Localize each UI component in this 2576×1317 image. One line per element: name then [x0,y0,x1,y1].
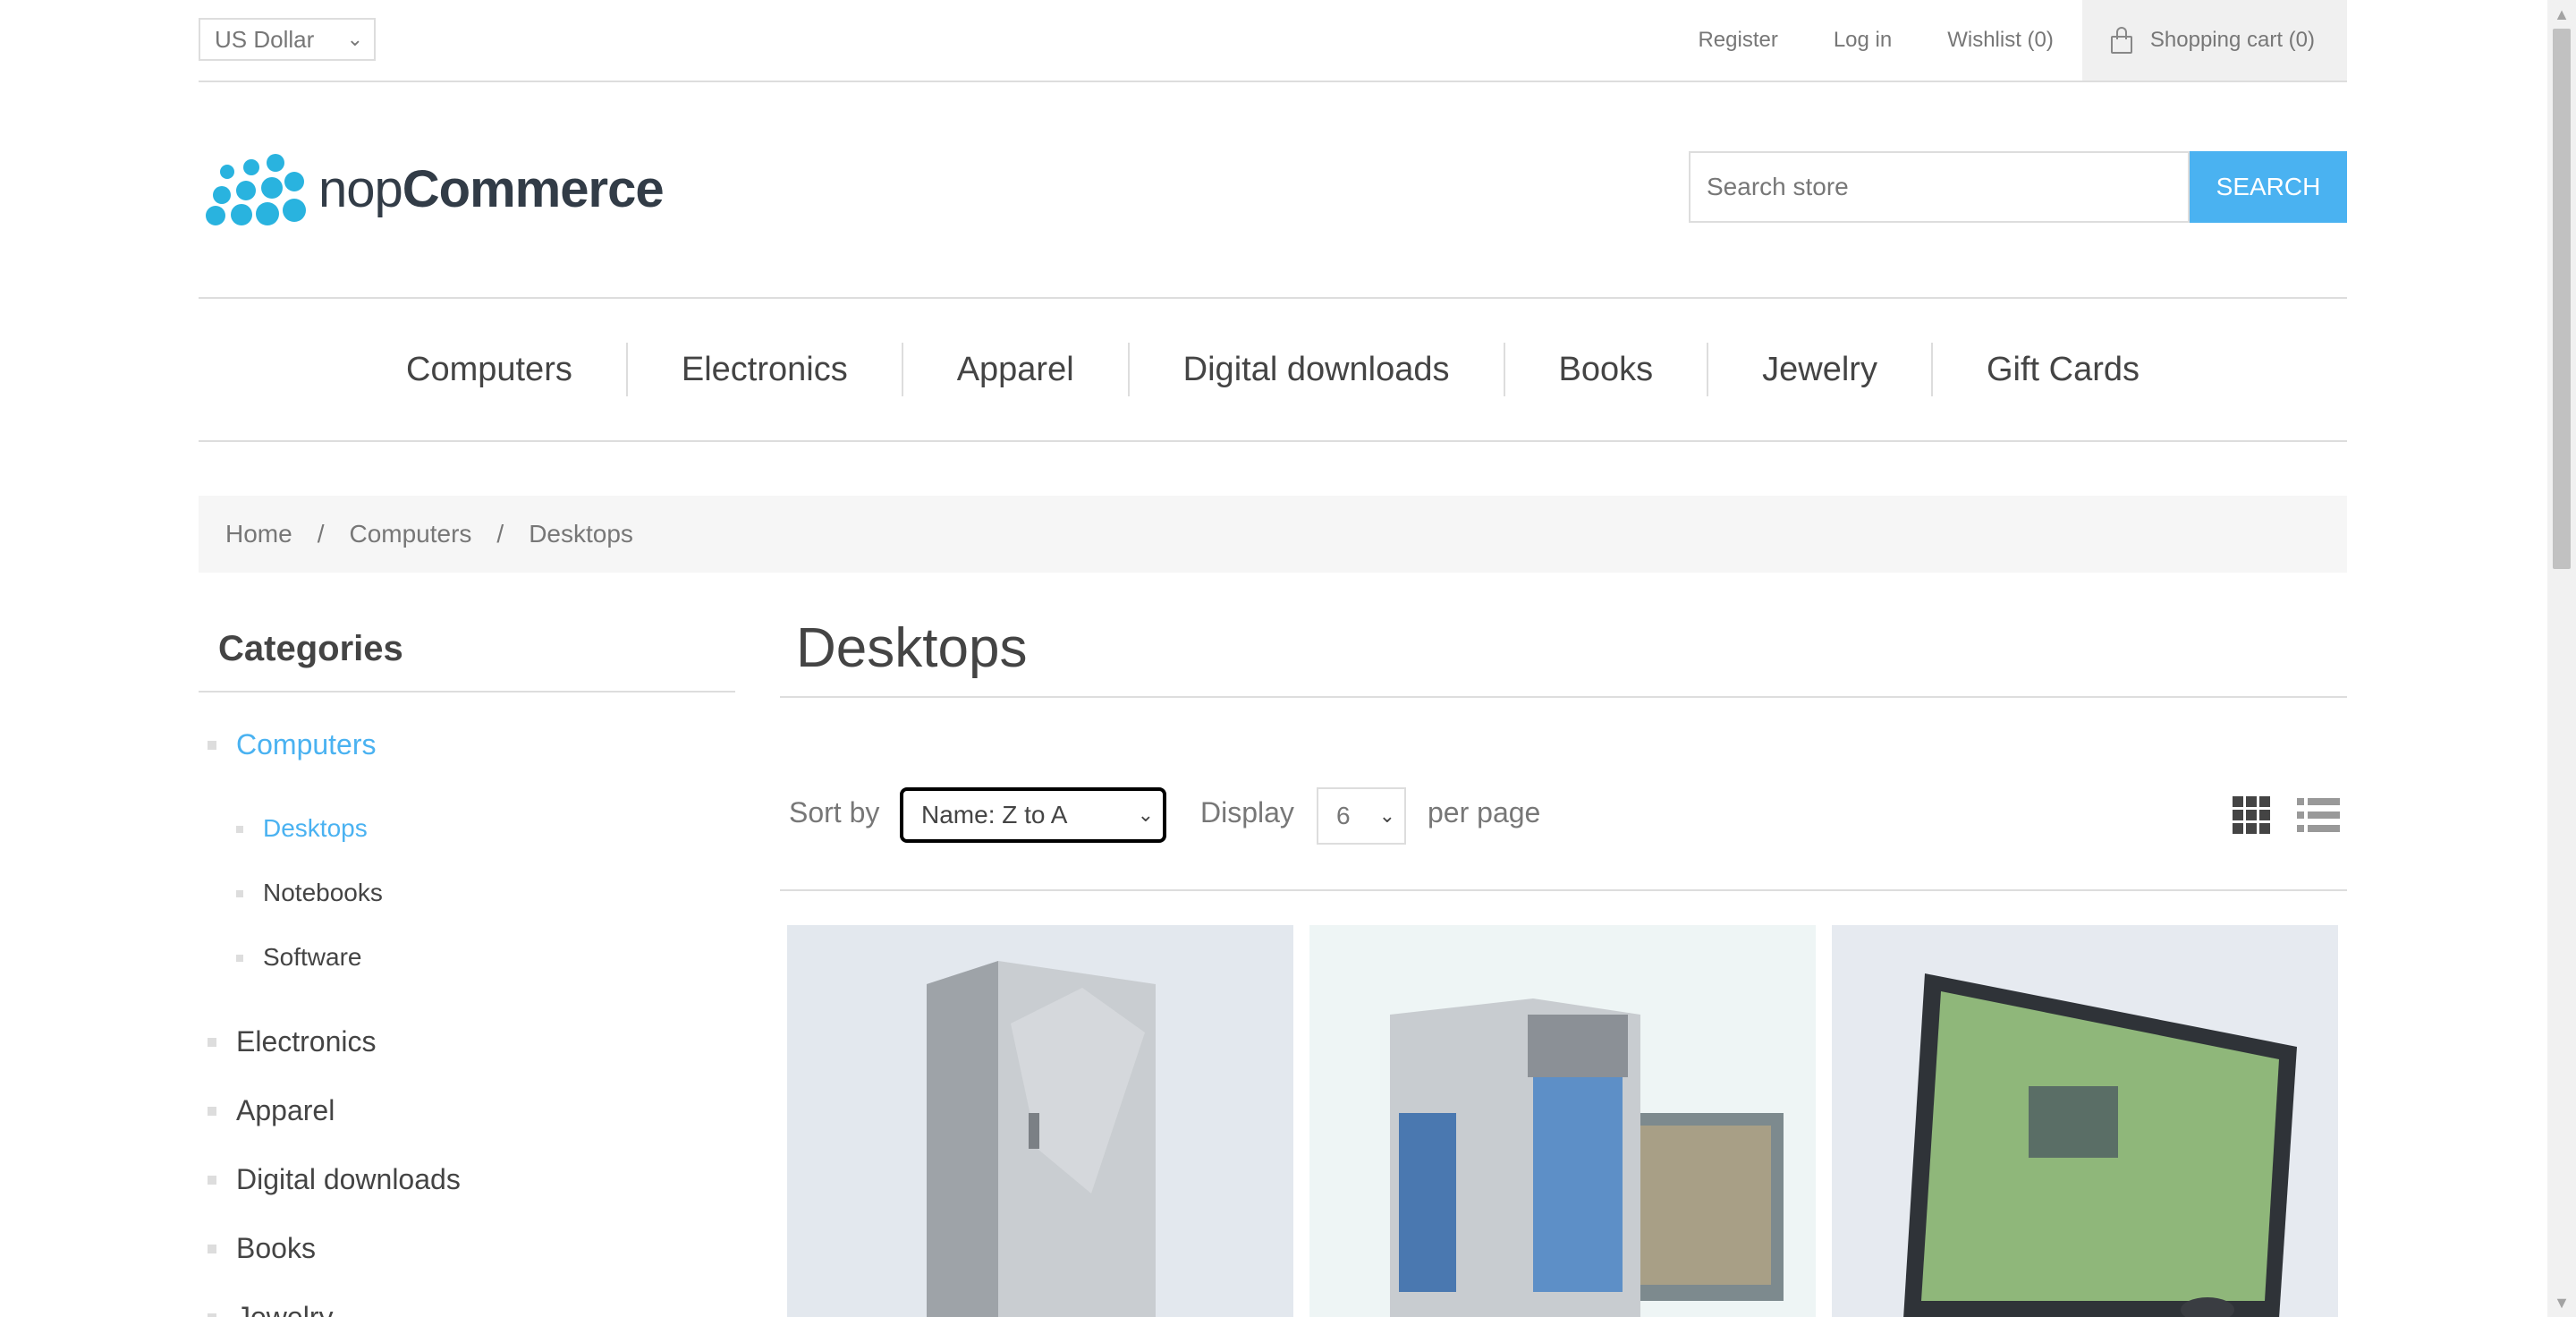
breadcrumb-current: Desktops [529,520,633,548]
page-size-select[interactable]: 6 ⌄ [1317,787,1406,845]
product-grid [787,925,2340,1317]
bullet-icon [208,1038,216,1047]
menu-item-computers[interactable]: Computers [352,343,626,396]
store-logo[interactable]: nopCommerce [204,150,665,227]
category-apparel[interactable]: Apparel [199,1094,335,1127]
list-view-icon[interactable] [2297,796,2340,834]
all-in-one-pc-image [1832,925,2338,1317]
bullet-icon [236,890,243,897]
logo-text-light: nop [318,159,403,218]
product-image[interactable] [787,925,1293,1317]
sort-label: Sort by [789,796,880,828]
menu-item-digital-downloads[interactable]: Digital downloads [1127,343,1504,396]
scrollbar-thumb[interactable] [2553,29,2571,569]
search-box: Search store SEARCH [1689,151,2347,223]
product-image[interactable] [1309,925,1816,1317]
bullet-icon [236,955,243,962]
product-image[interactable] [1832,925,2338,1317]
page-size-value: 6 [1336,802,1351,829]
category-label: Computers [236,728,377,760]
breadcrumb-home[interactable]: Home [225,520,292,548]
category-computers[interactable]: Computers [199,728,377,761]
category-label: Software [263,943,362,971]
category-label: Digital downloads [236,1163,461,1195]
search-button[interactable]: SEARCH [2190,151,2347,223]
breadcrumb-computers[interactable]: Computers [349,520,471,548]
chevron-down-icon: ⌄ [1137,803,1154,826]
shopping-bag-icon [2110,27,2134,54]
menu-item-electronics[interactable]: Electronics [625,343,902,396]
menu-item-jewelry[interactable]: Jewelry [1707,343,1931,396]
page: US Dollar ⌄ Register Log in Wishlist (0)… [0,0,2547,1317]
category-software[interactable]: Software [199,943,362,972]
sidebar-title: Categories [199,617,735,692]
menu-item-books[interactable]: Books [1503,343,1707,396]
gaming-pc-image [1309,925,1816,1317]
menu-item-apparel[interactable]: Apparel [901,343,1128,396]
search-input[interactable]: Search store [1689,151,2190,223]
chevron-down-icon: ⌄ [346,28,363,50]
category-notebooks[interactable]: Notebooks [199,879,383,907]
currency-select[interactable]: US Dollar ⌄ [199,18,376,61]
category-digital-downloads[interactable]: Digital downloads [199,1163,461,1196]
register-link[interactable]: Register [1698,28,1777,53]
logo-wordmark: nopCommerce [318,159,665,219]
scroll-up-arrow-icon[interactable]: ▲ [2547,0,2576,29]
per-page-label: per page [1428,796,1541,828]
category-books[interactable]: Books [199,1232,316,1265]
category-label: Desktops [263,814,368,842]
category-label: Books [236,1232,316,1264]
shopping-cart-label: Shopping cart (0) [2149,28,2315,52]
logo-dots-icon [204,150,306,227]
category-jewelry[interactable]: Jewelry [199,1301,333,1317]
category-desktops[interactable]: Desktops [199,814,368,843]
logo-text-bold: Commerce [402,159,665,218]
breadcrumb-separator: / [496,520,504,548]
page-title: Desktops [780,617,2347,698]
bullet-icon [208,1176,216,1185]
header-top-bar: US Dollar ⌄ Register Log in Wishlist (0)… [199,0,2347,82]
server-tower-image [787,925,1293,1317]
bullet-icon [208,1245,216,1253]
bullet-icon [208,741,216,750]
shopping-cart-link[interactable]: Shopping cart (0) [2081,0,2347,81]
top-menu: Computers Electronics Apparel Digital do… [199,297,2347,442]
scroll-down-arrow-icon[interactable]: ▼ [2547,1288,2576,1317]
wishlist-link[interactable]: Wishlist (0) [1947,28,2054,53]
category-label: Electronics [236,1025,377,1058]
category-electronics[interactable]: Electronics [199,1025,377,1058]
bullet-icon [208,1107,216,1116]
breadcrumb: Home / Computers / Desktops [199,496,2347,573]
category-label: Apparel [236,1094,335,1126]
sort-value: Name: Z to A [921,801,1068,828]
menu-item-gift-cards[interactable]: Gift Cards [1930,343,2193,396]
header-links: Register Log in Wishlist (0) Shopping ca… [1642,0,2347,81]
category-label: Jewelry [236,1301,334,1317]
display-label: Display [1200,796,1294,828]
sort-select[interactable]: Name: Z to A ⌄ [900,787,1166,843]
chevron-down-icon: ⌄ [1378,804,1395,827]
breadcrumb-separator: / [317,520,325,548]
bullet-icon [236,826,243,833]
bullet-icon [208,1313,216,1317]
currency-value: US Dollar [215,26,315,53]
login-link[interactable]: Log in [1834,28,1892,53]
category-label: Notebooks [263,879,383,906]
vertical-scrollbar[interactable]: ▲ ▼ [2547,0,2576,1317]
grid-view-icon[interactable] [2233,796,2270,834]
product-selectors: Sort by Name: Z to A ⌄ Display 6 ⌄ per p… [780,778,2347,891]
